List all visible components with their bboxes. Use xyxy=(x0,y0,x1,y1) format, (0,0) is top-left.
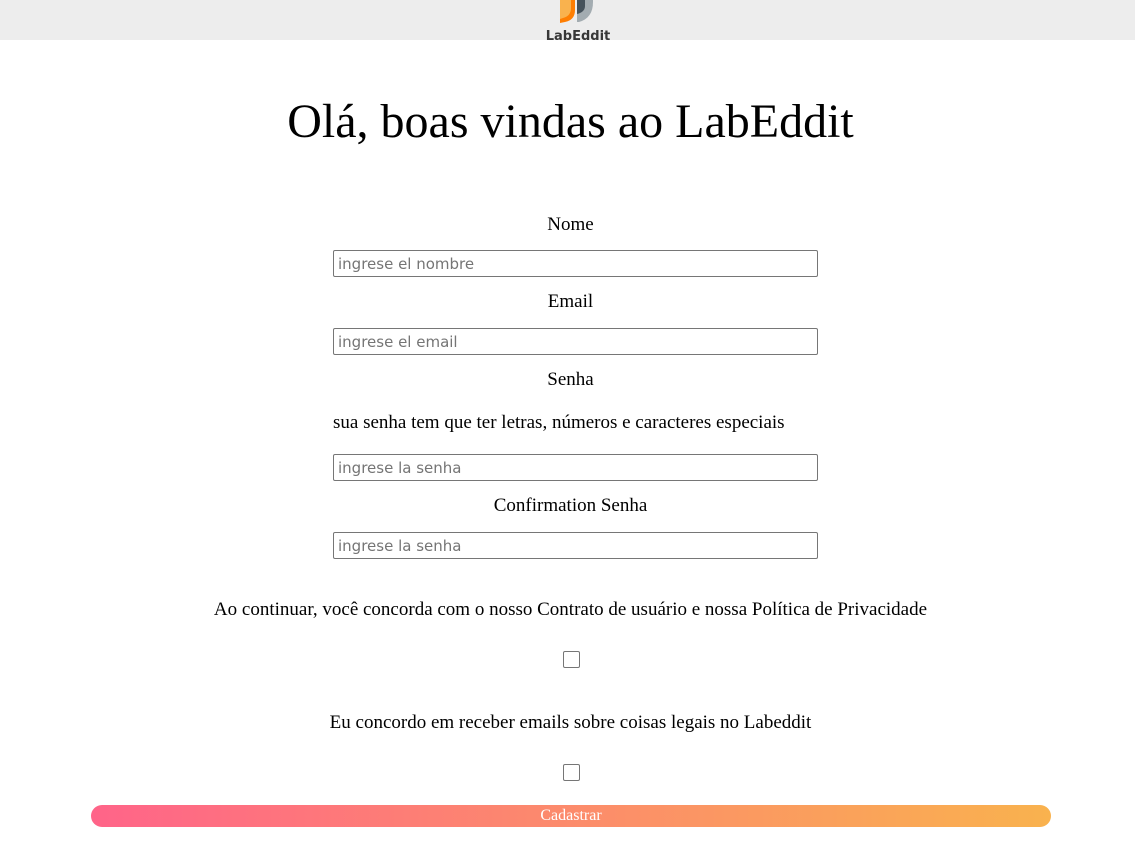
name-input[interactable] xyxy=(333,250,818,277)
emails-consent-text: Eu concordo em receber emails sobre cois… xyxy=(329,712,812,733)
confirm-password-input[interactable] xyxy=(333,532,818,559)
email-label: Email xyxy=(547,291,594,312)
labeddit-logo[interactable]: LabEddit xyxy=(545,0,611,46)
email-input[interactable] xyxy=(333,328,818,355)
password-label: Senha xyxy=(547,369,594,390)
password-hint: sua senha tem que ter letras, números e … xyxy=(333,412,785,433)
terms-checkbox[interactable] xyxy=(563,651,580,668)
terms-text: Ao continuar, você concorda com o nosso … xyxy=(213,599,928,620)
confirm-password-label: Confirmation Senha xyxy=(493,495,648,516)
page-title: Olá, boas vindas ao LabEddit xyxy=(287,95,854,148)
emails-consent-checkbox[interactable] xyxy=(563,764,580,781)
cadastrar-button[interactable]: Cadastrar xyxy=(91,805,1051,827)
logo-text: LabEddit xyxy=(545,29,611,44)
labeddit-logo-icon xyxy=(560,0,593,23)
password-input[interactable] xyxy=(333,454,818,481)
name-label: Nome xyxy=(547,214,594,235)
